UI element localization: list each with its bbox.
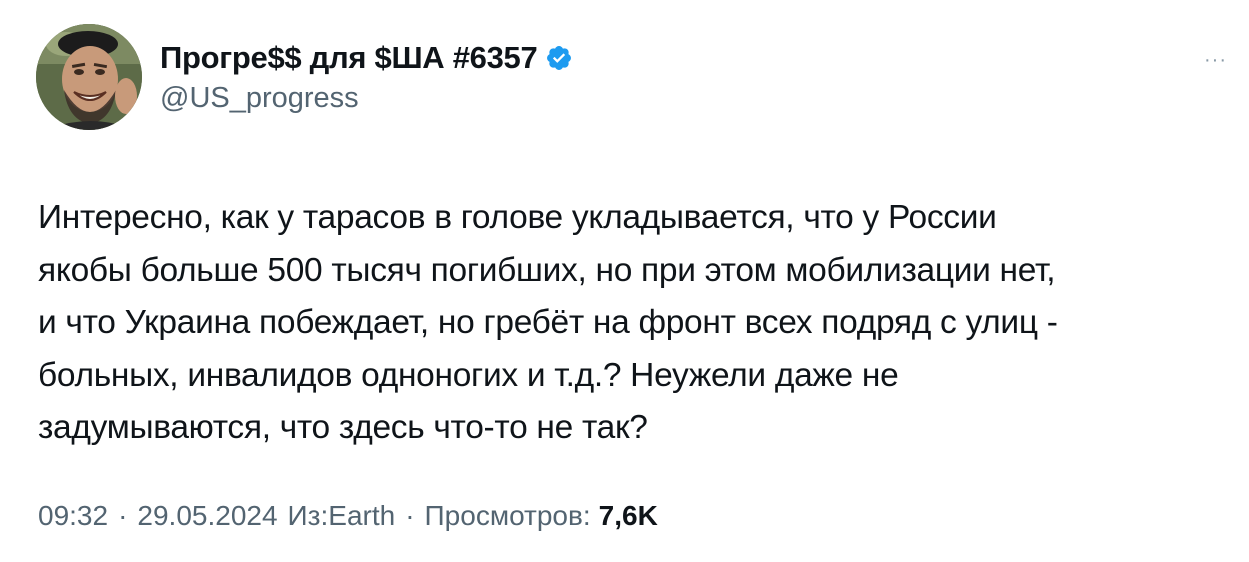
tweet-text: Интересно, как у тарасов в голове уклады… bbox=[38, 199, 1058, 446]
avatar-image bbox=[36, 24, 142, 130]
meta-separator: · bbox=[118, 500, 128, 531]
tweet-source: Из:Earth bbox=[287, 500, 396, 531]
views-count[interactable]: 7,6K bbox=[599, 500, 658, 532]
name-row: Прогре$$ для $ША #6357 bbox=[160, 38, 573, 78]
author-handle[interactable]: @US_progress bbox=[160, 82, 573, 115]
meta-separator-2: · bbox=[405, 500, 415, 531]
author-display-name[interactable]: Прогре$$ для $ША #6357 bbox=[160, 40, 538, 76]
tweet-card: Прогре$$ для $ША #6357 @US_progress ··· … bbox=[0, 0, 1249, 562]
verified-badge-icon bbox=[545, 44, 573, 72]
more-options-icon[interactable]: ··· bbox=[1204, 50, 1227, 70]
tweet-date[interactable]: 29.05.2024 bbox=[137, 500, 277, 532]
avatar[interactable] bbox=[36, 24, 142, 130]
author-block: Прогре$$ для $ША #6357 @US_progress bbox=[160, 38, 573, 115]
tweet-time[interactable]: 09:32 bbox=[38, 500, 108, 532]
views-label: Просмотров: bbox=[424, 500, 591, 531]
tweet-meta: 09:32 · 29.05.2024 Из:Earth · Просмотров… bbox=[38, 500, 658, 532]
